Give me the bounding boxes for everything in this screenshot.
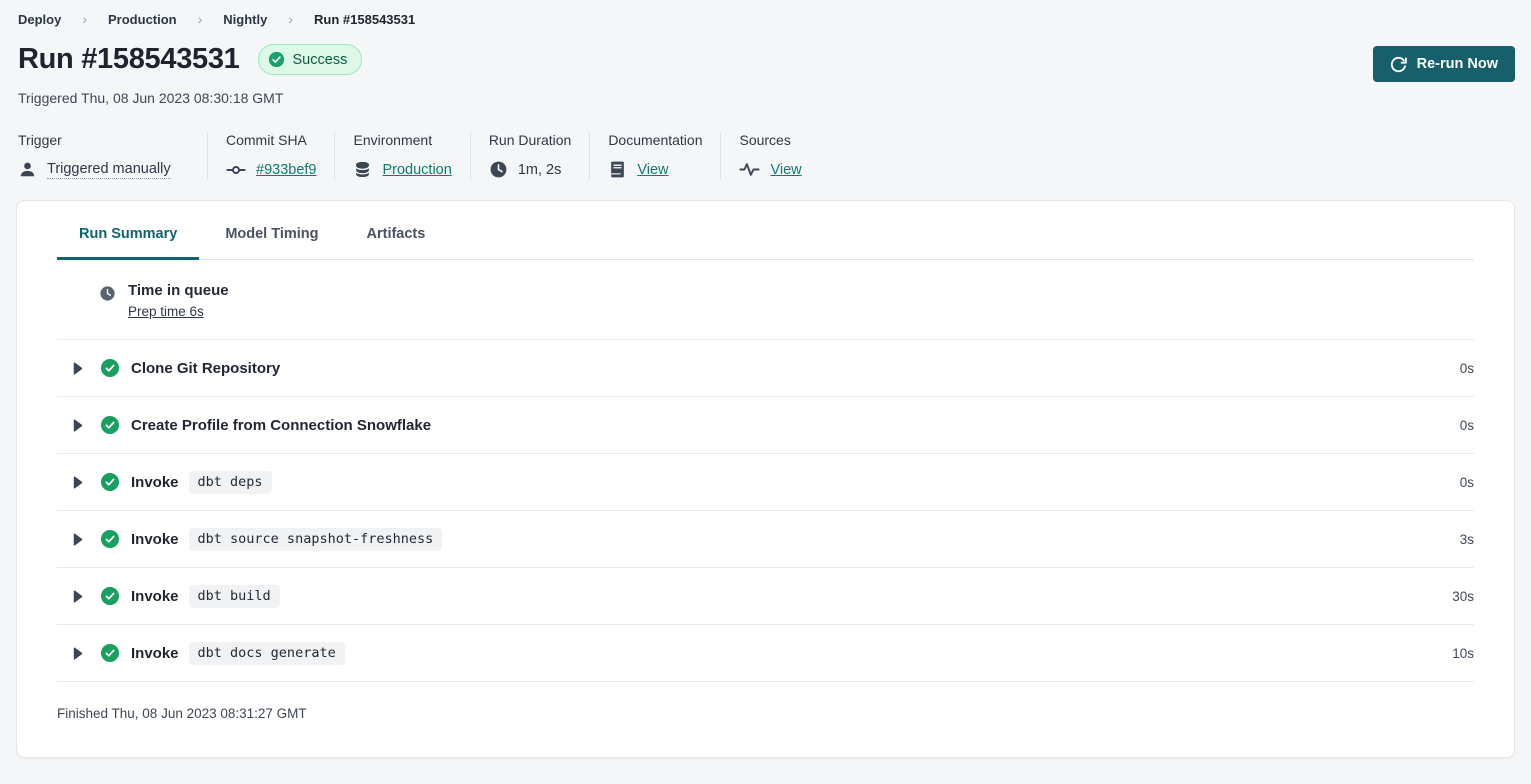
- expand-caret-icon[interactable]: [73, 590, 83, 603]
- tab-artifacts[interactable]: Artifacts: [345, 226, 448, 260]
- meta-duration-label: Run Duration: [489, 132, 572, 148]
- page-title: Run #158543531: [18, 43, 240, 76]
- triggered-timestamp: Triggered Thu, 08 Jun 2023 08:30:18 GMT: [18, 90, 1513, 106]
- breadcrumb-current-run: Run #158543531: [314, 12, 415, 27]
- step-duration: 0s: [1460, 361, 1474, 376]
- commit-sha-link[interactable]: #933bef9: [256, 162, 316, 178]
- success-check-icon: [101, 587, 119, 605]
- step-label: Invoke: [131, 474, 179, 491]
- step-row-clone-git-repository: Clone Git Repository 0s: [57, 340, 1474, 397]
- database-icon: [353, 160, 372, 179]
- step-label: Create Profile from Connection Snowflake: [131, 417, 431, 434]
- run-duration-value: 1m, 2s: [518, 162, 562, 178]
- meta-documentation: Documentation View: [608, 132, 721, 180]
- prep-time-link[interactable]: Prep time 6s: [128, 304, 204, 319]
- meta-commit-label: Commit SHA: [226, 132, 316, 148]
- step-command-chip: dbt docs generate: [189, 642, 345, 665]
- step-duration: 10s: [1452, 646, 1474, 661]
- step-label: Invoke: [131, 645, 179, 662]
- book-icon: [608, 160, 627, 179]
- step-duration: 0s: [1460, 475, 1474, 490]
- step-row-invoke-dbt-build: Invoke dbt build 30s: [57, 568, 1474, 625]
- step-row-create-profile: Create Profile from Connection Snowflake…: [57, 397, 1474, 454]
- meta-trigger-value: Triggered manually: [47, 161, 171, 179]
- step-duration: 30s: [1452, 589, 1474, 604]
- commit-icon: [226, 160, 246, 180]
- breadcrumb-separator: ›: [198, 11, 203, 27]
- sources-view-link[interactable]: View: [770, 162, 801, 178]
- success-check-icon: [101, 530, 119, 548]
- environment-link[interactable]: Production: [382, 162, 451, 178]
- step-row-invoke-dbt-source-snapshot-freshness: Invoke dbt source snapshot-freshness 3s: [57, 511, 1474, 568]
- step-label: Invoke: [131, 588, 179, 605]
- step-command-chip: dbt source snapshot-freshness: [189, 528, 443, 551]
- expand-caret-icon[interactable]: [73, 419, 83, 432]
- step-row-invoke-dbt-docs-generate: Invoke dbt docs generate 10s: [57, 625, 1474, 682]
- refresh-icon: [1390, 56, 1407, 73]
- status-badge: Success: [258, 44, 363, 75]
- finished-timestamp: Finished Thu, 08 Jun 2023 08:31:27 GMT: [57, 682, 1474, 721]
- run-summary-card: Run Summary Model Timing Artifacts Time …: [16, 200, 1515, 758]
- tab-run-summary[interactable]: Run Summary: [57, 226, 199, 260]
- pulse-icon: [739, 160, 760, 179]
- step-duration: 3s: [1460, 532, 1474, 547]
- success-check-icon: [268, 51, 285, 68]
- step-command-chip: dbt deps: [189, 471, 272, 494]
- breadcrumb: Deploy › Production › Nightly › Run #158…: [18, 10, 1513, 27]
- meta-sources: Sources View: [739, 132, 819, 180]
- step-command-chip: dbt build: [189, 585, 280, 608]
- breadcrumb-separator: ›: [288, 11, 293, 27]
- meta-commit-sha: Commit SHA #933bef9: [226, 132, 335, 180]
- clock-icon: [489, 160, 508, 179]
- meta-environment: Environment Production: [353, 132, 470, 180]
- page-header: Deploy › Production › Nightly › Run #158…: [0, 0, 1531, 106]
- success-check-icon: [101, 416, 119, 434]
- rerun-now-button[interactable]: Re-run Now: [1373, 46, 1515, 82]
- person-icon: [18, 160, 37, 179]
- tab-bar: Run Summary Model Timing Artifacts: [57, 226, 1474, 260]
- step-row-invoke-dbt-deps: Invoke dbt deps 0s: [57, 454, 1474, 511]
- breadcrumb-item-nightly[interactable]: Nightly: [223, 12, 267, 27]
- expand-caret-icon[interactable]: [73, 476, 83, 489]
- breadcrumb-item-deploy[interactable]: Deploy: [18, 12, 61, 27]
- time-in-queue-title: Time in queue: [128, 282, 229, 299]
- step-label: Clone Git Repository: [131, 360, 280, 377]
- status-badge-label: Success: [293, 52, 348, 68]
- queue-clock-icon: [99, 285, 116, 302]
- meta-environment-label: Environment: [353, 132, 451, 148]
- meta-sources-label: Sources: [739, 132, 801, 148]
- meta-trigger: Trigger Triggered manually: [18, 132, 208, 180]
- meta-trigger-label: Trigger: [18, 132, 189, 148]
- success-check-icon: [101, 473, 119, 491]
- expand-caret-icon[interactable]: [73, 533, 83, 546]
- documentation-view-link[interactable]: View: [637, 162, 668, 178]
- run-metadata-row: Trigger Triggered manually Commit SHA #9…: [18, 132, 1513, 180]
- rerun-now-label: Re-run Now: [1417, 56, 1498, 72]
- step-label: Invoke: [131, 531, 179, 548]
- time-in-queue-row: Time in queue Prep time 6s: [57, 260, 1474, 340]
- step-duration: 0s: [1460, 418, 1474, 433]
- success-check-icon: [101, 644, 119, 662]
- breadcrumb-separator: ›: [82, 11, 87, 27]
- expand-caret-icon[interactable]: [73, 647, 83, 660]
- breadcrumb-item-production[interactable]: Production: [108, 12, 177, 27]
- meta-documentation-label: Documentation: [608, 132, 702, 148]
- meta-run-duration: Run Duration 1m, 2s: [489, 132, 591, 180]
- expand-caret-icon[interactable]: [73, 362, 83, 375]
- tab-model-timing[interactable]: Model Timing: [203, 226, 340, 260]
- success-check-icon: [101, 359, 119, 377]
